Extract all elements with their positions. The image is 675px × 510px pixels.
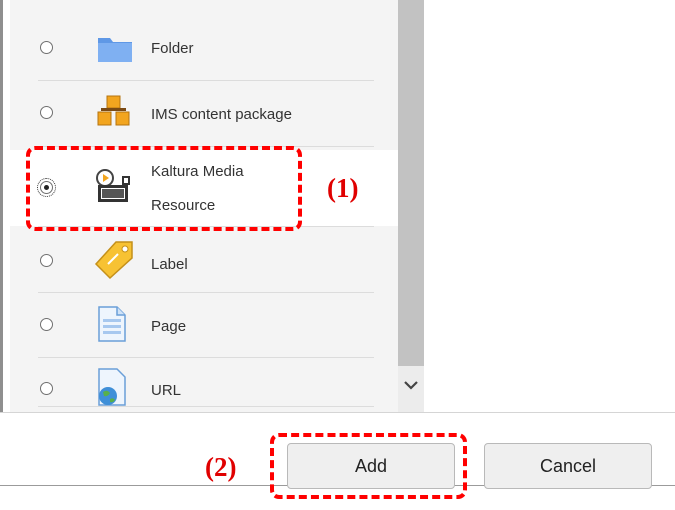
list-item-page[interactable]: Page [10, 296, 398, 356]
list-item-label[interactable]: Label [10, 232, 398, 290]
page-icon [98, 306, 126, 342]
divider [38, 80, 374, 81]
divider [38, 292, 374, 293]
list-item-folder[interactable]: Folder [10, 20, 398, 78]
divider [38, 357, 374, 358]
ims-package-icon [97, 95, 130, 126]
list-item-label: Folder [151, 40, 194, 57]
list-item-url[interactable]: URL [10, 362, 398, 412]
add-button[interactable]: Add [287, 443, 455, 489]
radio-url[interactable] [40, 382, 53, 395]
list-item-label-text: URL [151, 382, 182, 399]
divider [38, 406, 374, 407]
radio-ims-content-package[interactable] [40, 106, 53, 119]
list-item-label-text: Page [151, 318, 187, 335]
chevron-down-icon[interactable] [398, 372, 424, 398]
radio-folder[interactable] [40, 41, 53, 54]
folder-icon [98, 38, 132, 62]
list-item-label: IMS content package [151, 106, 292, 123]
annotation-label-1: (1) [327, 173, 359, 203]
url-globe-icon [98, 368, 126, 406]
scrollbar-thumb[interactable] [398, 0, 424, 366]
radio-page[interactable] [40, 318, 53, 331]
annotation-label-2: (2) [205, 452, 237, 482]
radio-label[interactable] [40, 254, 53, 267]
annotation-highlight-1 [26, 146, 302, 231]
list-item-label-text: Label [151, 256, 188, 273]
cancel-button[interactable]: Cancel [484, 443, 652, 489]
list-scrollbar[interactable] [398, 0, 424, 412]
list-item-ims-content-package[interactable]: IMS content package [10, 84, 398, 144]
label-tag-icon [94, 241, 133, 280]
